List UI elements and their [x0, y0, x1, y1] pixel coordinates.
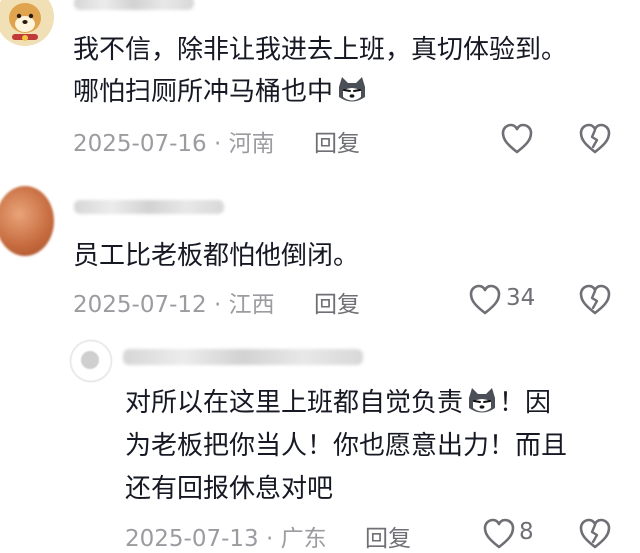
comment-text: 哪怕扫厕所冲马桶也中 — [73, 77, 334, 107]
meta-separator: · — [265, 526, 274, 552]
reply-text: ！因 — [499, 388, 552, 418]
username-blurred[interactable] — [74, 0, 194, 10]
broken-heart-outline-icon[interactable] — [578, 518, 612, 550]
reply-button[interactable]: 回复 — [314, 285, 360, 319]
reply-text: 对所以在这里上班都自觉负责 — [125, 388, 464, 418]
like-count: 8 — [519, 519, 534, 545]
husky-sticker-icon — [335, 75, 369, 105]
avatar-blurred[interactable] — [0, 186, 54, 256]
reply-button[interactable]: 回复 — [365, 519, 411, 553]
heart-outline-icon[interactable] — [500, 123, 534, 155]
comment-date: 2025-07-12 — [73, 292, 207, 318]
avatar-blurred[interactable] — [70, 340, 112, 382]
meta-separator: · — [213, 292, 222, 318]
username-blurred[interactable] — [123, 349, 363, 365]
username-blurred[interactable] — [74, 200, 224, 214]
reply-button[interactable]: 回复 — [314, 124, 360, 158]
comment-meta: 2025-07-12 · 江西 — [73, 285, 275, 319]
heart-outline-icon[interactable] — [468, 284, 502, 316]
reply-text-line: 为老板把你当人！你也愿意出力！而且 — [125, 431, 568, 461]
reply-location: 广东 — [280, 526, 327, 552]
reply-date: 2025-07-13 — [125, 526, 259, 552]
broken-heart-outline-icon[interactable] — [578, 284, 612, 316]
heart-outline-icon[interactable] — [482, 518, 516, 550]
comment-location: 河南 — [228, 131, 275, 157]
reply-meta: 2025-07-13 · 广东 — [125, 519, 327, 553]
comment-text-line: 员工比老板都怕他倒闭。 — [73, 241, 360, 271]
avatar-dog[interactable] — [0, 0, 54, 46]
comment-text-line: 我不信，除非让我进去上班，真切体验到。 — [73, 35, 568, 65]
husky-sticker-icon — [465, 386, 499, 416]
reply-text-line: 对所以在这里上班都自觉负责 ！因 — [125, 384, 551, 422]
meta-separator: · — [213, 131, 222, 157]
comment-location: 江西 — [228, 292, 275, 318]
reply-text-line: 还有回报休息对吧 — [125, 474, 334, 504]
comment-meta: 2025-07-16 · 河南 — [73, 124, 275, 158]
comment-text-line: 哪怕扫厕所冲马桶也中 — [73, 73, 369, 111]
broken-heart-outline-icon[interactable] — [578, 123, 612, 155]
dog-avatar-icon — [0, 0, 54, 46]
like-count: 34 — [506, 285, 536, 311]
comment-date: 2025-07-16 — [73, 131, 207, 157]
